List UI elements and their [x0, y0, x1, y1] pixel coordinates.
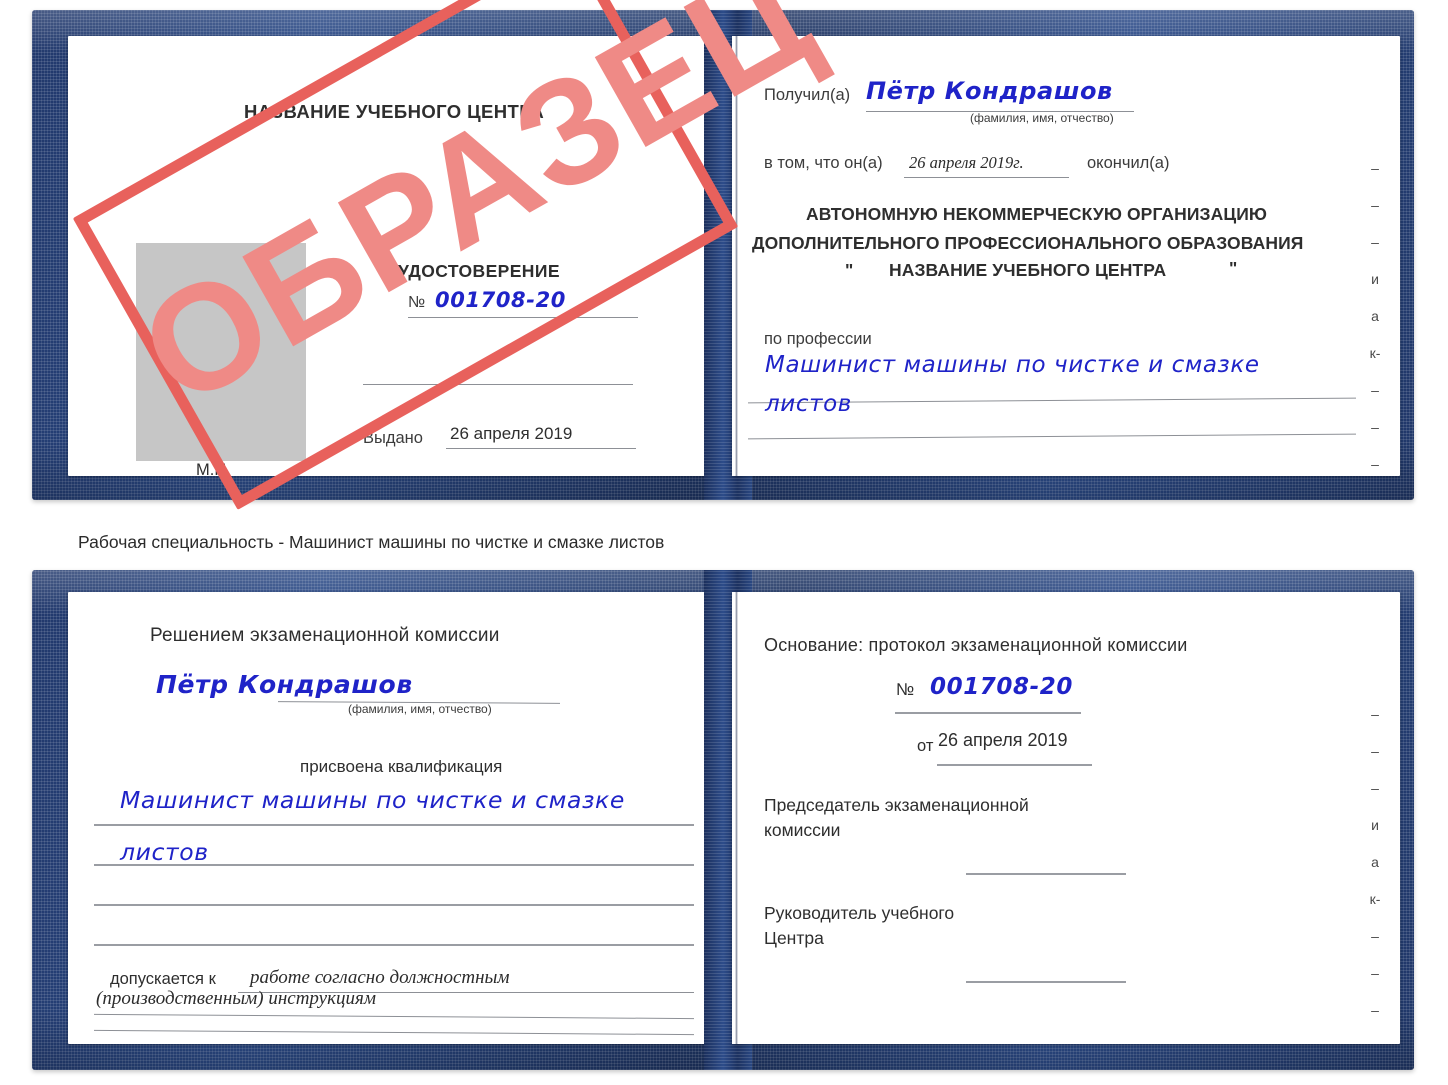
issued-value-top: 26 апреля 2019 — [450, 424, 573, 443]
org-line2-top: ДОПОЛНИТЕЛЬНОГО ПРОФЕССИОНАЛЬНОГО ОБРАЗО… — [752, 233, 1304, 253]
fio-hint-top: (фамилия, имя, отчество) — [970, 111, 1114, 125]
edge-mark: – — [1371, 234, 1379, 250]
certificate-bottom-gutter — [735, 592, 738, 1044]
edge-mark: к- — [1369, 891, 1381, 907]
issued-rule-top — [446, 448, 636, 449]
profession-line2-top: листов — [765, 391, 852, 417]
doc-type-top: УДОСТОВЕРЕНИЕ — [398, 261, 560, 281]
certificate-top-left-page: НАЗВАНИЕ УЧЕБНОГО ЦЕНТРА УДОСТОВЕРЕНИЕ №… — [68, 36, 718, 476]
certificate-top: НАЗВАНИЕ УЧЕБНОГО ЦЕНТРА УДОСТОВЕРЕНИЕ №… — [32, 10, 1414, 500]
admitted-line1: работе согласно должностным — [250, 967, 510, 988]
edge-mark: – — [1371, 160, 1379, 176]
that-he-label-top: в том, что он(а) — [764, 154, 883, 172]
admitted-line2: (производственным) инструкциям — [96, 988, 376, 1009]
qual-rule-4 — [94, 944, 694, 946]
profession-rule-2-top — [748, 433, 1356, 440]
protocol-date-label: от — [917, 737, 934, 755]
basis-label: Основание: протокол экзаменационной коми… — [764, 635, 1188, 655]
qualification-line2: листов — [120, 838, 209, 866]
that-he-rule-top — [904, 177, 1069, 178]
edge-mark: и — [1371, 817, 1379, 833]
certificate-bottom-right-page: Основание: протокол экзаменационной коми… — [732, 592, 1400, 1044]
protocol-date-rule — [937, 764, 1092, 766]
edge-mark: – — [1371, 965, 1379, 981]
decision-heading: Решением экзаменационной комиссии — [150, 625, 500, 646]
edge-mark: – — [1371, 197, 1379, 213]
edge-mark: и — [1371, 271, 1379, 287]
chair-line1: Председатель экзаменационной — [764, 795, 1029, 815]
protocol-number-value: 001708-20 — [930, 674, 1073, 700]
edge-marks-top: – – – и а к- – – – – — [1362, 161, 1388, 476]
number-value-top: 001708-20 — [435, 288, 567, 312]
edge-mark: – — [1371, 706, 1379, 722]
seal-label-top: М.П. — [196, 461, 231, 476]
edge-mark: – — [1371, 382, 1379, 398]
finished-label-top: окончил(а) — [1087, 154, 1170, 172]
certificate-top-right-page: Получил(а) Пётр Кондрашов (фамилия, имя,… — [732, 36, 1400, 476]
number-rule-top — [408, 317, 638, 318]
page-caption: Рабочая специальность - Машинист машины … — [78, 532, 665, 552]
name-value-bottom: Пётр Кондрашов — [156, 670, 413, 699]
qual-rule-2 — [94, 864, 694, 866]
org-quote-open-top: " — [845, 260, 854, 280]
chair-line2: комиссии — [764, 820, 841, 840]
qual-rule-3 — [94, 904, 694, 906]
org-quote-close-top: " — [1229, 258, 1238, 278]
edge-marks-bottom: – – – и а к- – – – – — [1362, 707, 1388, 1044]
admitted-label: допускается к — [110, 970, 216, 988]
admitted-rule-3 — [94, 1029, 694, 1036]
protocol-date-value: 26 апреля 2019 — [938, 730, 1068, 750]
edge-mark: – — [1371, 456, 1379, 472]
edge-mark: к- — [1369, 345, 1381, 361]
edge-mark: – — [1362, 1040, 1388, 1044]
fio-hint-bottom: (фамилия, имя, отчество) — [348, 702, 492, 716]
chair-signature-rule — [966, 873, 1126, 875]
org-line3-top: НАЗВАНИЕ УЧЕБНОГО ЦЕНТРА — [889, 260, 1167, 280]
edge-mark: – — [1371, 419, 1379, 435]
that-he-value-top: 26 апреля 2019г. — [909, 153, 1024, 172]
number-label-top: № — [408, 294, 426, 311]
admitted-rule-2 — [94, 1013, 694, 1020]
org-line1-top: АВТОНОМНУЮ НЕКОММЕРЧЕСКУЮ ОРГАНИЗАЦИЮ — [806, 204, 1268, 224]
head-line2: Центра — [764, 928, 824, 948]
edge-mark: – — [1371, 1002, 1379, 1018]
qualification-label: присвоена квалификация — [300, 757, 503, 776]
photo-placeholder — [136, 243, 306, 461]
certificate-top-gutter — [735, 36, 738, 476]
head-line1: Руководитель учебного — [764, 903, 955, 923]
certificate-bottom: Решением экзаменационной комиссии Пётр К… — [32, 570, 1414, 1070]
edge-mark: – — [1371, 780, 1379, 796]
blank-rule-top-1 — [363, 384, 633, 385]
issued-label-top: Выдано — [363, 429, 423, 447]
profession-label-top: по профессии — [764, 330, 872, 348]
protocol-number-label: № — [896, 680, 915, 699]
org-title-top: НАЗВАНИЕ УЧЕБНОГО ЦЕНТРА — [244, 101, 545, 122]
edge-mark: а — [1371, 308, 1379, 324]
profession-line1-top: Машинист машины по чистке и смазке — [765, 352, 1260, 378]
received-label-top: Получил(а) — [764, 86, 851, 104]
qualification-line1: Машинист машины по чистке и смазке — [120, 786, 625, 814]
edge-mark: – — [1371, 743, 1379, 759]
edge-mark: а — [1371, 854, 1379, 870]
received-value-top: Пётр Кондрашов — [866, 77, 1113, 105]
certificate-bottom-left-page: Решением экзаменационной комиссии Пётр К… — [68, 592, 718, 1044]
head-signature-rule — [966, 981, 1126, 983]
protocol-number-rule — [895, 712, 1081, 714]
qual-rule-1 — [94, 824, 694, 826]
edge-mark: – — [1371, 928, 1379, 944]
